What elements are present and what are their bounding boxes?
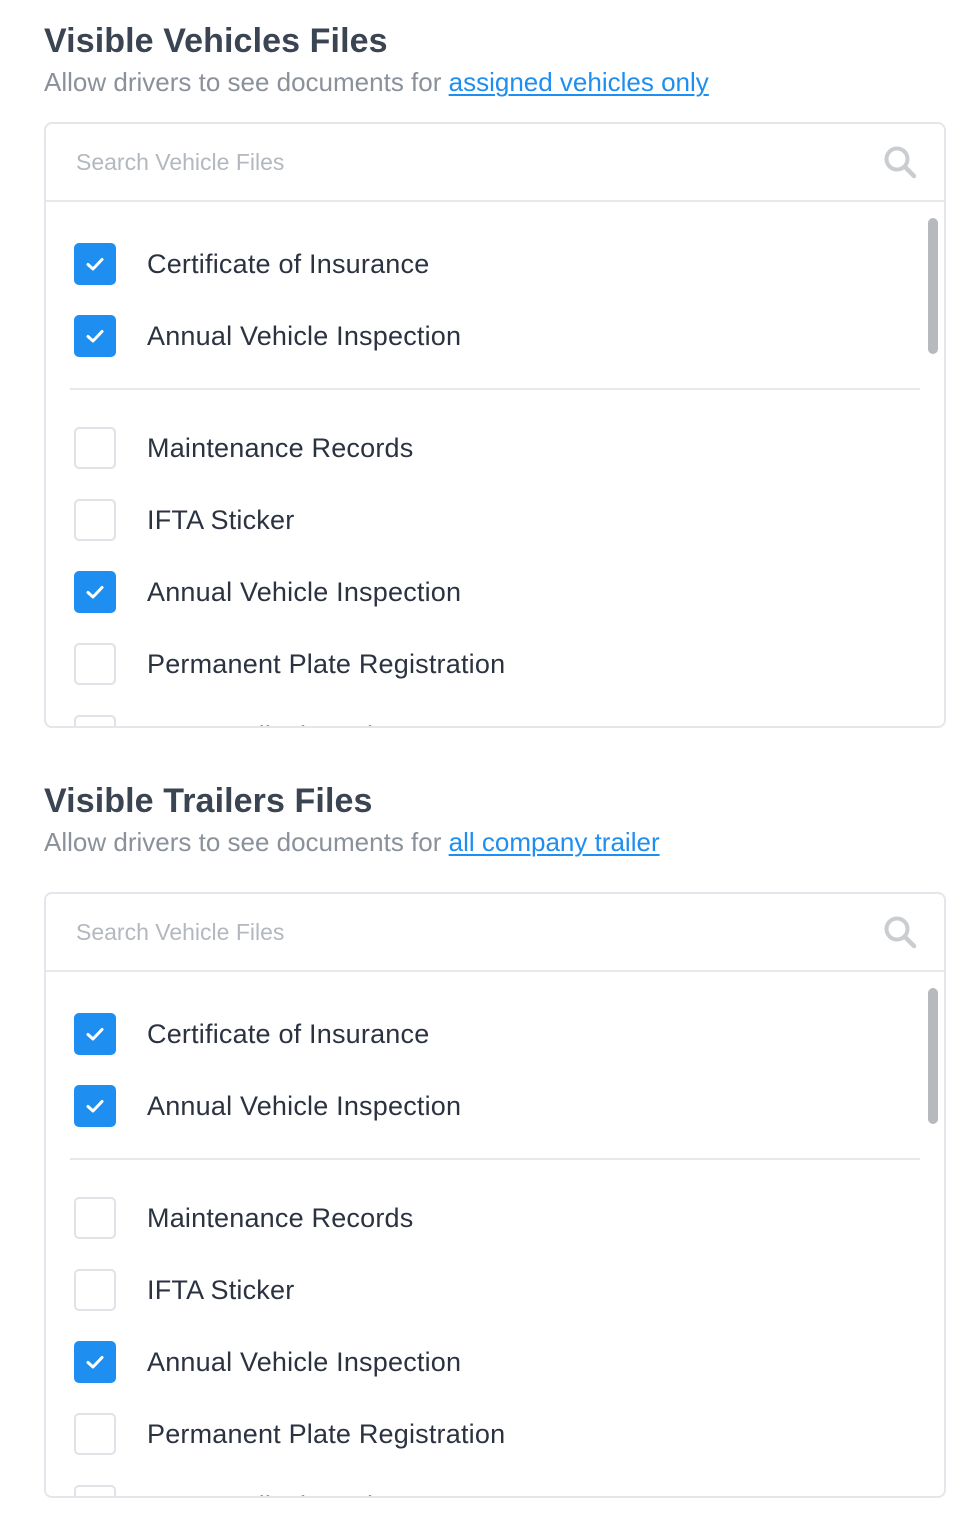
- file-option-label: Permanent Plate Registration: [147, 1418, 506, 1449]
- check-icon: [86, 586, 104, 599]
- checkbox-checked[interactable]: [74, 243, 116, 285]
- checkbox-unchecked[interactable]: [74, 499, 116, 541]
- file-option[interactable]: Annual Vehicle Inspection: [74, 314, 461, 358]
- vehicles-section-title: Visible Vehicles Files: [44, 22, 388, 60]
- file-option[interactable]: IFTA Sticker: [74, 1268, 294, 1312]
- list-divider: [70, 1158, 920, 1160]
- file-option[interactable]: Maintenance Records: [74, 1196, 413, 1240]
- list-divider: [70, 388, 920, 390]
- vehicles-search-input[interactable]: [46, 124, 866, 200]
- check-icon: [86, 1028, 104, 1041]
- file-option[interactable]: DOT Medical Card: [74, 714, 373, 726]
- trailers-files-section: Visible Trailers Files Allow drivers to …: [44, 780, 946, 1498]
- file-option-label: IFTA Sticker: [147, 1274, 295, 1305]
- check-icon: [86, 330, 104, 343]
- checkbox-unchecked[interactable]: [74, 1413, 116, 1455]
- list-scrollbar[interactable]: [928, 218, 938, 354]
- vehicles-scope-link[interactable]: assigned vehicles only: [449, 67, 709, 97]
- checkbox-unchecked[interactable]: [74, 427, 116, 469]
- file-option-label: DOT Medical Card: [147, 721, 373, 727]
- checkbox-unchecked[interactable]: [74, 1269, 116, 1311]
- file-option[interactable]: Annual Vehicle Inspection: [74, 1340, 461, 1384]
- file-option-label: Certificate of Insurance: [147, 248, 430, 279]
- file-option-label: Maintenance Records: [147, 432, 414, 463]
- list-scrollbar[interactable]: [928, 988, 938, 1124]
- file-option[interactable]: Certificate of Insurance: [74, 242, 429, 286]
- file-option-label: Annual Vehicle Inspection: [147, 576, 462, 607]
- file-option-label: DOT Medical Card: [147, 1491, 373, 1497]
- file-option-label: Annual Vehicle Inspection: [147, 1346, 462, 1377]
- check-icon: [86, 1100, 104, 1113]
- vehicles-files-panel: Certificate of Insurance Annual Vehicle I…: [44, 122, 946, 728]
- check-icon: [86, 1356, 104, 1369]
- file-option[interactable]: Certificate of Insurance: [74, 1012, 429, 1056]
- vehicles-subtitle-text: Allow drivers to see documents for: [44, 67, 449, 97]
- file-option[interactable]: Permanent Plate Registration: [74, 642, 505, 686]
- file-option-label: IFTA Sticker: [147, 504, 295, 535]
- search-icon[interactable]: [882, 914, 918, 950]
- checkbox-checked[interactable]: [74, 1013, 116, 1055]
- checkbox-checked[interactable]: [74, 571, 116, 613]
- file-option-label: Annual Vehicle Inspection: [147, 1090, 462, 1121]
- file-option-label: Maintenance Records: [147, 1202, 414, 1233]
- trailers-scope-link[interactable]: all company trailer: [449, 827, 660, 857]
- vehicles-files-section: Visible Vehicles Files Allow drivers to …: [44, 20, 946, 728]
- trailers-file-list[interactable]: Certificate of Insurance Annual Vehicle I…: [46, 972, 944, 1496]
- check-icon: [86, 258, 104, 271]
- checkbox-checked[interactable]: [74, 315, 116, 357]
- trailers-section-title: Visible Trailers Files: [44, 782, 373, 820]
- trailers-section-subtitle: Allow drivers to see documents for all c…: [44, 824, 946, 860]
- checkbox-unchecked[interactable]: [74, 1485, 116, 1496]
- trailers-subtitle-text: Allow drivers to see documents for: [44, 827, 449, 857]
- checkbox-unchecked[interactable]: [74, 1197, 116, 1239]
- checkbox-checked[interactable]: [74, 1341, 116, 1383]
- trailers-search-row: [46, 894, 944, 972]
- checkbox-checked[interactable]: [74, 1085, 116, 1127]
- file-option-label: Permanent Plate Registration: [147, 648, 506, 679]
- file-option[interactable]: Annual Vehicle Inspection: [74, 570, 461, 614]
- checkbox-unchecked[interactable]: [74, 715, 116, 726]
- file-option[interactable]: Annual Vehicle Inspection: [74, 1084, 461, 1128]
- file-option[interactable]: Permanent Plate Registration: [74, 1412, 505, 1456]
- search-icon[interactable]: [882, 144, 918, 180]
- file-option[interactable]: DOT Medical Card: [74, 1484, 373, 1496]
- vehicles-section-subtitle: Allow drivers to see documents for assig…: [44, 64, 946, 100]
- trailers-search-input[interactable]: [46, 894, 866, 970]
- vehicles-file-list[interactable]: Certificate of Insurance Annual Vehicle I…: [46, 202, 944, 726]
- checkbox-unchecked[interactable]: [74, 643, 116, 685]
- file-option[interactable]: IFTA Sticker: [74, 498, 294, 542]
- file-option-label: Certificate of Insurance: [147, 1018, 430, 1049]
- file-option[interactable]: Maintenance Records: [74, 426, 413, 470]
- vehicles-search-row: [46, 124, 944, 202]
- trailers-files-panel: Certificate of Insurance Annual Vehicle I…: [44, 892, 946, 1498]
- file-option-label: Annual Vehicle Inspection: [147, 320, 462, 351]
